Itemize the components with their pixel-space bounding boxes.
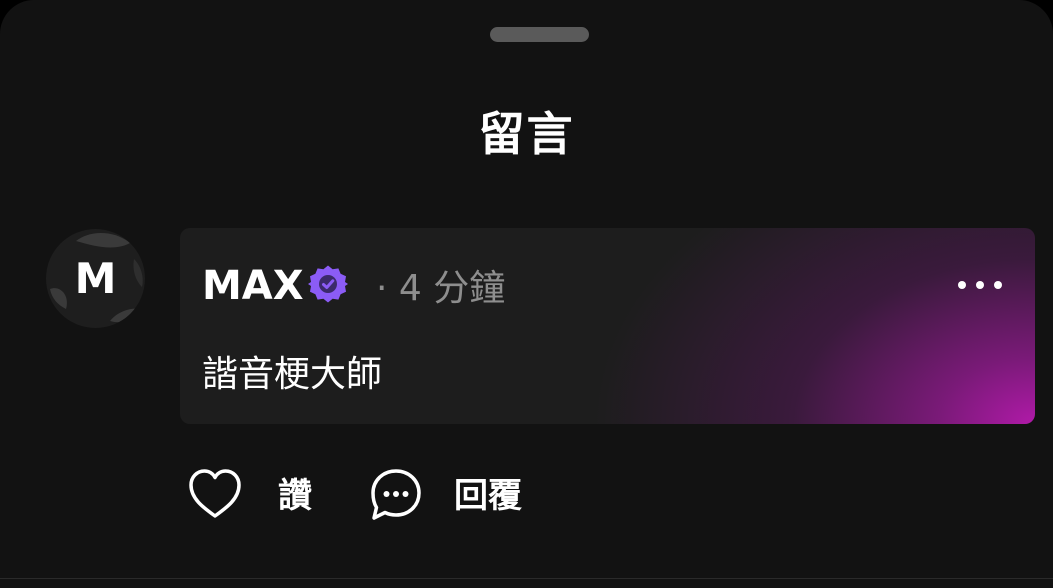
avatar-initial: M [74,254,117,303]
comment-card: MAX · 4 分鐘 諧音梗大師 [180,228,1035,424]
sheet-drag-handle[interactable] [490,27,589,42]
more-dots-icon[interactable] [952,268,1008,302]
sheet-title: 留言 [478,107,575,161]
like-label: 讚 [278,476,312,516]
comment-timestamp: · 4 分鐘 [376,268,506,309]
comment-author[interactable]: MAX [202,262,304,310]
chat-bubble-icon [371,469,421,520]
reply-label: 回覆 [454,476,522,516]
like-button[interactable]: 讚 [186,466,326,526]
bottom-divider [0,578,1053,579]
comment-text: 諧音梗大師 [202,354,383,395]
avatar[interactable]: M [46,229,145,328]
verified-badge-icon [308,265,348,303]
comments-sheet: 留言 M MAX · 4 分鐘 諧音梗大師 讚 回覆 [0,0,1053,588]
reply-button[interactable]: 回覆 [368,466,538,526]
heart-icon [189,469,241,518]
